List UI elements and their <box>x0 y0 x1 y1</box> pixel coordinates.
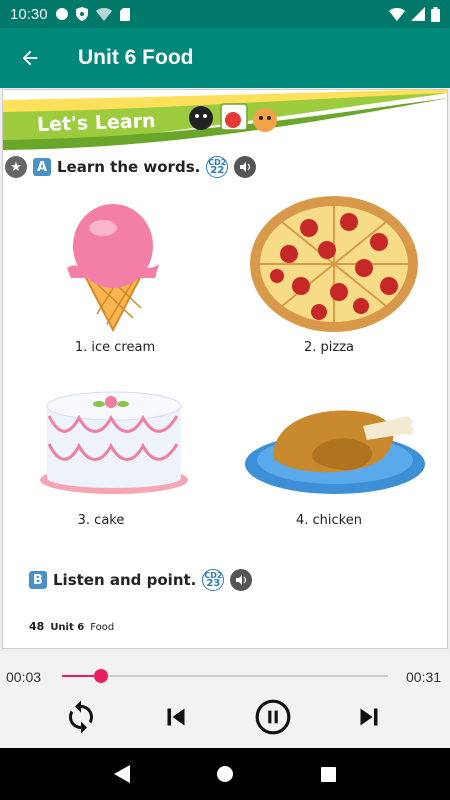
banner-title: Let's Learn <box>36 109 156 137</box>
item-label-4: 4. chicken <box>296 513 362 528</box>
item-label-2: 2. pizza <box>303 340 354 355</box>
speaker-icon[interactable] <box>234 156 257 178</box>
ice-cream-image <box>67 204 159 333</box>
speaker-icon[interactable] <box>230 569 253 591</box>
square-recents-icon <box>320 766 336 782</box>
section-letter: B <box>29 571 47 589</box>
cake-image <box>40 391 188 494</box>
arrow-back-icon <box>22 50 38 66</box>
page-number: 48 <box>29 620 45 633</box>
total-time: 00:31 <box>406 669 442 685</box>
skip-previous-icon <box>167 708 185 726</box>
shield-icon <box>75 7 88 21</box>
back-button[interactable] <box>0 28 60 88</box>
section-b-heading: B Listen and point. CD2 23 <box>29 569 253 591</box>
notification-icon <box>55 8 68 20</box>
pause-button[interactable] <box>253 697 293 737</box>
status-bar: 10:30 <box>0 0 450 28</box>
wifi-question-icon <box>95 8 112 21</box>
textbook-page[interactable]: Let's Learn ★ A Learn the words. CD2 22 … <box>2 89 448 649</box>
footer-topic: Food <box>90 622 115 633</box>
page-footer: 48 Unit 6 Food <box>29 620 114 633</box>
skip-next-icon <box>360 708 378 726</box>
section-letter: A <box>33 158 51 176</box>
section-a-heading: ★ A Learn the words. CD2 22 <box>5 156 257 178</box>
circle-home-icon <box>216 766 233 782</box>
progress-slider[interactable] <box>62 669 388 683</box>
nav-home-button[interactable] <box>205 754 245 794</box>
status-time: 10:30 <box>10 5 48 23</box>
volume-icon <box>236 575 247 585</box>
progress-thumb[interactable] <box>94 669 109 683</box>
section-a-text: Learn the words. <box>57 158 201 176</box>
audio-player: 00:03 00:31 <box>0 652 450 748</box>
item-label-1: 1. ice cream <box>74 340 156 355</box>
page-title: Unit 6 Food <box>78 46 194 69</box>
signal-icon <box>411 7 425 21</box>
app-bar: Unit 6 Food <box>0 28 450 88</box>
sd-card-icon <box>119 7 130 21</box>
item-label-3: 3. cake <box>77 513 125 528</box>
cd-track-badge: CD2 23 <box>202 569 225 591</box>
previous-button[interactable] <box>156 697 196 737</box>
nav-back-button[interactable] <box>102 754 142 794</box>
chicken-image <box>245 410 425 494</box>
pause-circle-icon <box>255 699 291 735</box>
pizza-image <box>250 196 418 332</box>
section-b-text: Listen and point. <box>53 571 197 589</box>
next-button[interactable] <box>349 697 389 737</box>
nav-recents-button[interactable] <box>308 754 348 794</box>
triangle-back-icon <box>113 765 130 783</box>
battery-icon <box>431 6 440 22</box>
cd-track-badge: CD2 22 <box>206 156 229 178</box>
repeat-icon <box>69 700 93 734</box>
footer-unit: Unit 6 <box>50 622 85 633</box>
star-icon: ★ <box>5 156 27 178</box>
volume-icon <box>240 162 251 172</box>
wifi-icon <box>389 8 405 21</box>
system-nav-bar <box>0 748 450 800</box>
repeat-button[interactable] <box>61 697 101 737</box>
current-time: 00:03 <box>6 669 42 685</box>
